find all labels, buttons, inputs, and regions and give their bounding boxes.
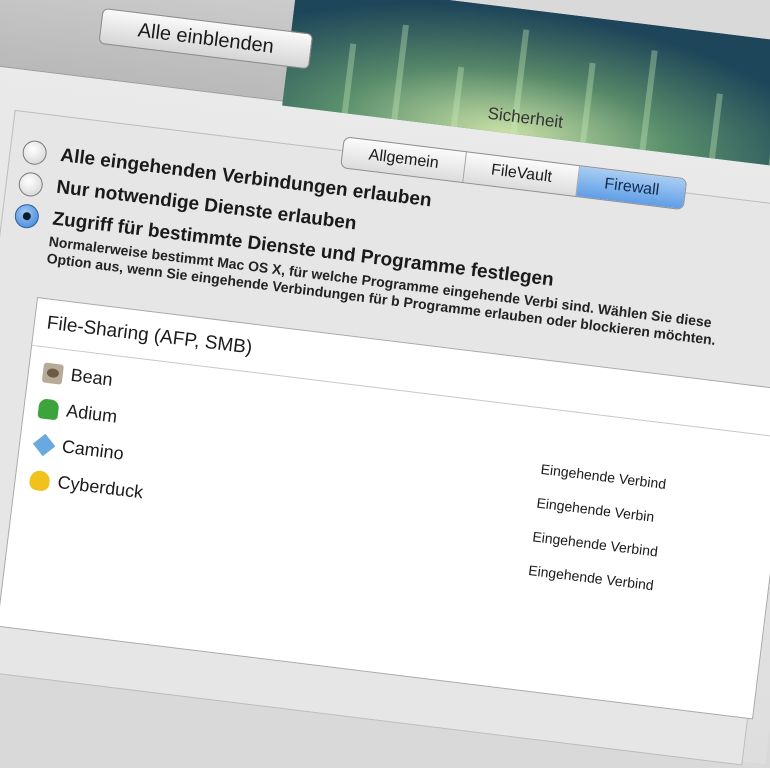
list-item-adium[interactable]: Adium — [37, 397, 118, 427]
connection-status-dropdown[interactable]: Eingehende Verbind — [532, 528, 659, 559]
camino-icon — [32, 433, 56, 456]
connection-status-dropdown[interactable]: Eingehende Verbind — [540, 461, 667, 492]
adium-icon — [37, 397, 60, 420]
radio-button[interactable] — [17, 171, 45, 198]
app-name: Adium — [65, 400, 119, 427]
radio-button-selected[interactable] — [13, 202, 41, 230]
app-name: Bean — [69, 364, 114, 390]
list-item-camino[interactable]: Camino — [32, 433, 125, 465]
list-item-cyberduck[interactable]: Cyberduck — [28, 469, 145, 504]
app-name: Camino — [60, 436, 125, 464]
connection-status-dropdown[interactable]: Eingehende Verbin — [536, 495, 655, 525]
list-item-bean[interactable]: Bean — [41, 361, 114, 390]
app-name: Cyberduck — [56, 472, 145, 503]
cyberduck-icon — [28, 469, 51, 492]
bean-icon — [41, 361, 65, 385]
radio-button[interactable] — [21, 139, 49, 167]
preferences-window: Alle einblenden Sicherheit Allgemein Fil… — [0, 0, 770, 766]
